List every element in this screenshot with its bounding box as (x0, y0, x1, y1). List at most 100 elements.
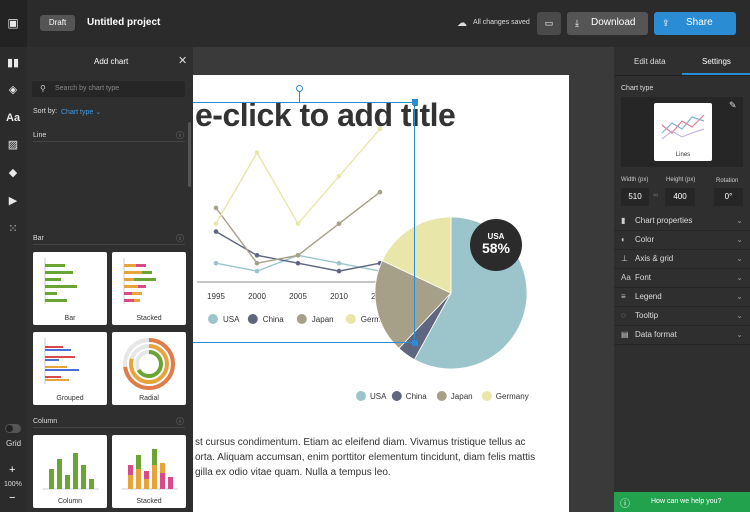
shapes-icon[interactable]: ◆ (6, 166, 20, 180)
accordion-font[interactable]: Aa Font ⌄ (614, 269, 750, 288)
help-icon: ⓘ (620, 499, 630, 510)
grid-label: Grid (6, 439, 22, 448)
axis-icon: ⊥ (621, 254, 628, 263)
legend-swatch (481, 391, 492, 401)
settings-accordion: ▮ Chart properties ⌄ ◐ Color ⌄ ⊥ Axis & grid ⌄… (614, 212, 750, 346)
edit-icon[interactable]: ✎ (729, 100, 737, 111)
panel-title: Add chart (94, 57, 129, 66)
radial-chart-icon (123, 338, 175, 390)
image-icon[interactable]: ▨ (6, 138, 20, 152)
chart-type-label: Chart type (621, 85, 654, 92)
legend-label: USA (370, 392, 387, 401)
body-text-2[interactable]: orta. Aliquam accumsan, enim porttitor e… (195, 450, 535, 465)
accordion-data-format[interactable]: ▤ Data format ⌄ (614, 326, 750, 345)
grid-apps-icon[interactable]: ⁙ (6, 222, 20, 236)
zoom-out-button[interactable]: − (9, 492, 15, 504)
chart-icon[interactable]: ▮▮ (6, 56, 20, 70)
chart-thumb-label: Column (57, 498, 83, 505)
height-input[interactable]: 400 (665, 188, 695, 206)
body-text-3[interactable]: gilla ex odio vitae quam. Nulla a tempus… (195, 465, 391, 480)
zoom-value: 100% (4, 481, 22, 488)
chart-icon: ▮ (621, 216, 626, 225)
close-icon[interactable]: ✕ (178, 54, 187, 67)
chart-thumb-bar[interactable]: Bar (33, 252, 107, 325)
video-icon[interactable]: ▶ (6, 194, 20, 208)
chevron-down-icon: ⌄ (736, 273, 743, 282)
share-button[interactable]: ⇪ Share (654, 12, 736, 35)
chart-thumb-label: Radial (139, 395, 159, 402)
legend-label: Germany (496, 392, 529, 401)
stacked-bar-chart-icon (123, 258, 156, 304)
tab-edit-data[interactable]: Edit data (634, 57, 666, 66)
home-button[interactable]: ▣ (0, 0, 27, 47)
sort-label: Sort by: (33, 108, 58, 115)
chevron-down-icon: ⌄ (736, 311, 743, 320)
font-icon: Aa (621, 273, 631, 282)
accordion-legend[interactable]: ≡ Legend ⌄ (614, 288, 750, 307)
chart-thumb-column[interactable]: Column (33, 435, 107, 508)
chart-type-thumb[interactable]: Lines (654, 103, 712, 161)
chart-thumb-grouped-bar[interactable]: Grouped (33, 332, 107, 405)
chart-thumb-stacked-column[interactable]: Stacked (112, 435, 186, 508)
accordion-axis-grid[interactable]: ⊥ Axis & grid ⌄ (614, 250, 750, 269)
body-text-1[interactable]: st cursus condimentum. Etiam ac eleifend… (195, 435, 526, 450)
chart-type-selector[interactable]: Lines ✎ (621, 97, 743, 167)
text-icon[interactable]: Aa (6, 111, 20, 125)
width-input[interactable]: 510 (621, 188, 649, 206)
section-column-title: Column (33, 418, 58, 425)
selection-box[interactable] (193, 102, 415, 343)
accordion-tooltip[interactable]: ◌ Tooltip ⌄ (614, 307, 750, 326)
download-button[interactable]: ⤓ Download (567, 12, 648, 35)
height-label: Height (px) (666, 177, 696, 183)
chevron-down-icon: ⌄ (736, 254, 743, 263)
zoom-in-button[interactable]: + (9, 464, 15, 476)
add-chart-panel: Add chart ✕ ⚲ Search by chart type Sort … (27, 47, 193, 512)
rotation-input[interactable]: 0° (714, 188, 743, 206)
grid-toggle[interactable] (5, 424, 21, 433)
resize-handle[interactable] (412, 99, 418, 105)
legend-label: Japan (451, 392, 473, 401)
project-title[interactable]: Untitled project (87, 17, 160, 28)
width-label: Width (px) (621, 177, 649, 183)
legend-swatch (391, 391, 402, 401)
save-status: All changes saved (473, 19, 530, 26)
search-icon: ⚲ (40, 84, 46, 93)
accordion-chart-properties[interactable]: ▮ Chart properties ⌄ (614, 212, 750, 231)
legend-swatch (356, 391, 366, 401)
canvas-area: e-click to add title 1995200020052010201… (193, 47, 614, 512)
tab-settings[interactable]: Settings (702, 57, 731, 66)
resize-handle[interactable] (412, 340, 418, 346)
help-icon[interactable]: ⓘ (176, 416, 184, 427)
help-chat-button[interactable]: ⓘ How can we help you? (614, 492, 750, 512)
rotate-handle[interactable] (296, 85, 303, 92)
help-icon[interactable]: ⓘ (176, 130, 184, 141)
section-line-title: Line (33, 132, 47, 139)
share-label: Share (686, 17, 713, 28)
link-icon[interactable]: ∞ (653, 192, 658, 199)
folder-icon: ▣ (7, 16, 19, 30)
pie-badge-value: 58% (482, 240, 511, 256)
section-bar-title: Bar (33, 235, 44, 242)
panel-scrollbar[interactable] (188, 122, 191, 187)
stacked-column-chart-icon (122, 449, 178, 490)
bar-chart-icon (44, 258, 77, 304)
cloud-icon: ☁ (457, 18, 467, 29)
sort-dropdown[interactable]: Chart type ⌄ (61, 108, 101, 116)
accordion-color[interactable]: ◐ Color ⌄ (614, 231, 750, 250)
chart-thumb-label: Stacked (136, 315, 162, 322)
grouped-bar-chart-icon (44, 338, 79, 384)
chart-search-input[interactable]: ⚲ Search by chart type (32, 81, 185, 97)
preview-button[interactable]: ▭ (537, 12, 561, 35)
sort-value: Chart type (61, 109, 94, 116)
legend-label: China (406, 392, 427, 401)
chart-thumb-stacked-bar[interactable]: Stacked (112, 252, 186, 325)
draft-badge: Draft (40, 15, 75, 31)
chart-thumb-radial[interactable]: Radial (112, 332, 186, 405)
map-icon[interactable]: ◈ (6, 83, 20, 97)
legend-swatch (436, 391, 447, 401)
document-sheet: e-click to add title 1995200020052010201… (193, 75, 569, 512)
help-icon[interactable]: ⓘ (176, 233, 184, 244)
data-format-icon: ▤ (621, 330, 629, 339)
settings-panel: Edit data Settings Chart type Lines ✎ Wi… (614, 47, 750, 512)
chevron-down-icon: ⌄ (95, 109, 102, 116)
